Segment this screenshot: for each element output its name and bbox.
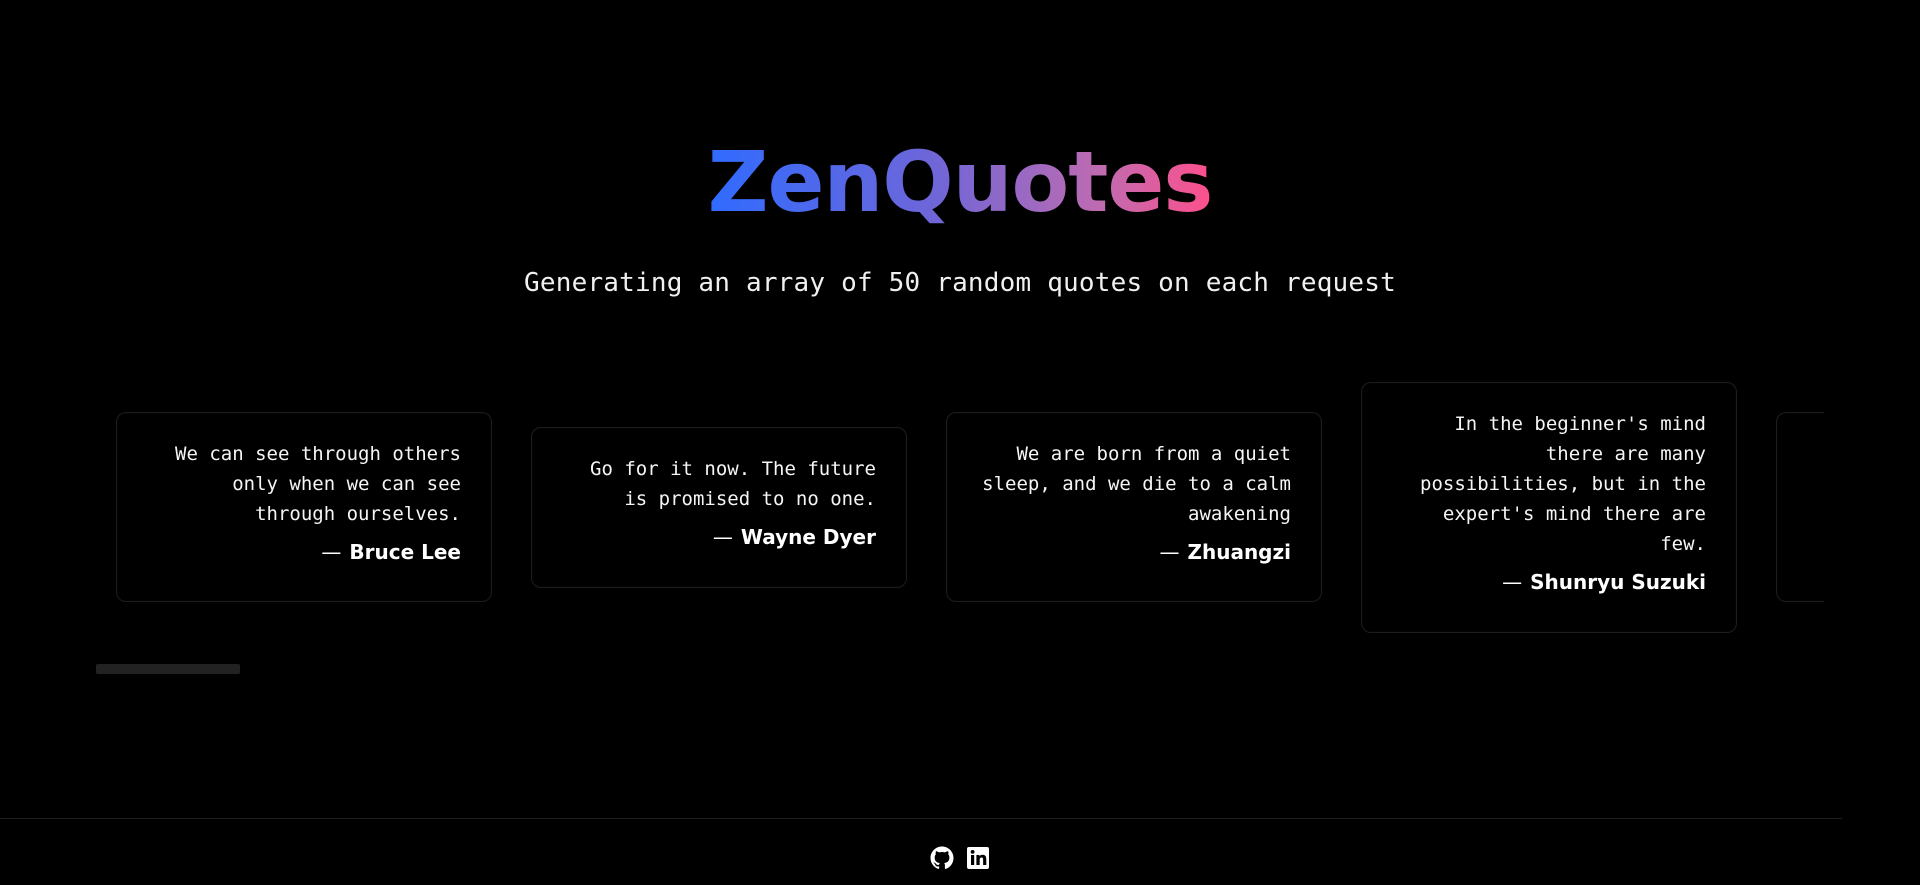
quote-text: In the beginner's mind there are many po… <box>1420 413 1706 555</box>
quote-author: — Wayne Dyer <box>562 522 876 552</box>
quote-author: — Bruce Lee <box>147 537 461 567</box>
quote-text: We can see through others only when we c… <box>175 443 461 525</box>
quote-author: — Shunryu Suzuki <box>1392 567 1706 597</box>
author-dash: — <box>1159 540 1180 564</box>
site-footer <box>0 818 1842 885</box>
zenquotes-page: ZenQuotes Generating an array of 50 rand… <box>0 0 1920 885</box>
author-name: Wayne Dyer <box>740 525 876 549</box>
author-dash: — <box>321 540 342 564</box>
author-dash: — <box>1502 570 1523 594</box>
quotes-carousel[interactable]: We can see through others only when we c… <box>96 382 1824 642</box>
github-icon[interactable] <box>930 846 954 870</box>
page-title: ZenQuotes <box>707 133 1214 231</box>
author-dash: — <box>712 525 733 549</box>
page-subtitle: Generating an array of 50 random quotes … <box>524 268 1396 298</box>
author-name: Bruce Lee <box>349 540 461 564</box>
quote-author: — Zhuangzi <box>977 537 1291 567</box>
linkedin-icon[interactable] <box>966 846 990 870</box>
quote-card: In the beginner's mind there are many po… <box>1361 382 1737 633</box>
quote-card: We can see through others only when we c… <box>116 412 492 602</box>
author-name: Zhuangzi <box>1187 540 1291 564</box>
quote-card: We are born from a quiet sleep, and we d… <box>946 412 1322 602</box>
footer-social-links <box>0 846 1920 870</box>
quote-text: We are born from a quiet sleep, and we d… <box>982 443 1291 525</box>
author-name: Shunryu Suzuki <box>1530 570 1706 594</box>
scrollbar-thumb[interactable] <box>96 664 240 674</box>
quote-text: Go for it now. The future is promised to… <box>590 458 876 510</box>
quote-card: Go for it now. The future is promised to… <box>531 427 907 588</box>
quote-card-partial <box>1776 412 1824 602</box>
page-header: ZenQuotes Generating an array of 50 rand… <box>0 140 1920 299</box>
carousel-scrollbar[interactable] <box>96 664 1824 674</box>
